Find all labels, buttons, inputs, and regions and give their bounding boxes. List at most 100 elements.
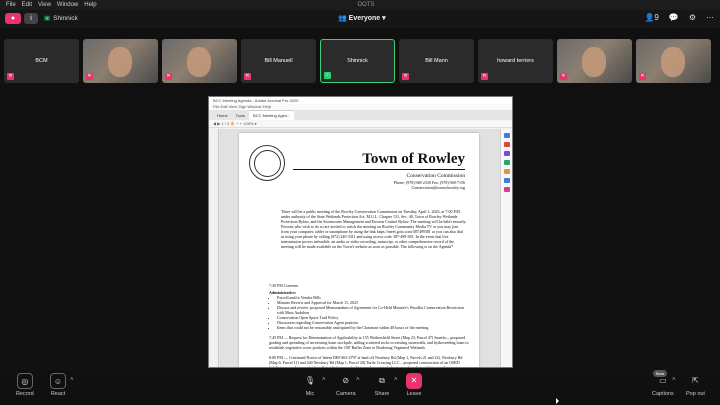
participant-tile[interactable]: howard terriers ✕ (478, 39, 553, 83)
contact-info: Phone: (978) 948-2330 Fax: (978) 948-715… (394, 180, 465, 190)
pdf-page: Town of Rowley Conservation Commission P… (239, 133, 479, 368)
mic-muted-icon: ✕ (165, 73, 172, 80)
town-seal-icon (249, 145, 285, 181)
chevron-up-icon[interactable]: ˄ (394, 377, 398, 383)
participant-tile[interactable]: ✕ (636, 39, 711, 83)
participant-tile[interactable]: ✕ (557, 39, 632, 83)
menu-help[interactable]: Help (84, 2, 96, 8)
record-button-icon: ◎ (16, 373, 33, 389)
tab-home: Home (217, 113, 228, 118)
tool-icon (504, 133, 510, 138)
share-control[interactable]: ⧉ Share ˄ (374, 373, 398, 397)
screen-share-icon: ▣ (44, 15, 51, 22)
popout-control[interactable]: ⇱ Pop out (686, 373, 705, 397)
menu-view[interactable]: View (38, 2, 51, 8)
participant-tile[interactable]: ✕ (162, 39, 237, 83)
chat-icon[interactable]: 💬 (669, 13, 679, 22)
chevron-up-icon[interactable]: ˄ (322, 377, 326, 383)
document-subtitle: Conservation Commission (406, 173, 465, 179)
people-count: 9 (654, 13, 659, 22)
contact-email: Conservation@townofrowley.org (411, 185, 465, 190)
mic-muted-icon: ✕ (7, 73, 14, 80)
agenda-item-800: 8:00 PM — Continued Notice of Intent DEP… (269, 355, 463, 368)
camera-control[interactable]: ⊘ Camera ˄ (336, 373, 360, 397)
menu-edit[interactable]: Edit (22, 2, 32, 8)
participant-name: BCM (35, 58, 48, 64)
participant-tile[interactable]: BCM ✕ (4, 39, 79, 83)
reaction-icon: ☺ (50, 373, 66, 389)
camera-label: Camera (336, 391, 356, 397)
tool-icon (504, 142, 510, 147)
chevron-up-icon[interactable]: ˄ (356, 377, 360, 383)
participant-tile[interactable]: ✕ (83, 39, 158, 83)
audience-selector[interactable]: 👥 Everyone ▾ (338, 14, 386, 22)
info-icon[interactable]: i (24, 13, 38, 24)
participant-tile[interactable]: Bill Manuell ✕ (241, 39, 316, 83)
participant-name: Shinnick (347, 58, 368, 64)
meeting-notice: There will be a public meeting of the Ro… (281, 209, 467, 249)
mic-label: Mic (305, 391, 315, 397)
document-title: Town of Rowley (362, 151, 465, 167)
mic-muted-icon: ✕ (402, 73, 409, 80)
menu-window[interactable]: Window (57, 2, 78, 8)
captions-label: Captions (652, 391, 674, 397)
more-icon[interactable]: ⋯ (706, 13, 714, 22)
list-item: Discuss and review: proposed Memorandum … (277, 305, 469, 315)
participant-video (187, 47, 211, 77)
leave-control[interactable]: ✕ Leave (406, 373, 422, 397)
acrobat-left-panel (209, 129, 219, 367)
participant-video (661, 47, 685, 77)
record-label: Record (16, 391, 34, 397)
participant-tile-active[interactable]: Shinnick ♪ (320, 39, 395, 83)
app-menubar: File Edit View Window Help OOTS (0, 0, 720, 10)
people-button[interactable]: 👤9 (644, 13, 658, 22)
mic-muted-icon: ✕ (86, 73, 93, 80)
acrobat-right-panel (500, 129, 512, 367)
list-item: Items that could not be reasonably antic… (277, 325, 469, 330)
chevron-up-icon[interactable]: ˄ (672, 377, 676, 383)
react-control[interactable]: ☺ React ˄ (50, 373, 74, 397)
menu-file[interactable]: File (6, 2, 16, 8)
participant-video (108, 47, 132, 77)
meeting-toolbar: ● i ▣ Shinnick 👥 Everyone ▾ 👤9 💬 ⚙ ⋯ (0, 10, 720, 28)
participant-tile[interactable]: Bill Mann ✕ (399, 39, 474, 83)
participant-video (582, 47, 606, 77)
toolbar-right: 👤9 💬 ⚙ ⋯ (644, 13, 714, 22)
people-icon: 👤 (644, 13, 655, 22)
agenda-admin-list: Payroll and/or Vendor Bills Minutes Revi… (277, 295, 469, 330)
leave-label: Leave (406, 391, 422, 397)
mic-on-icon: ♪ (324, 72, 331, 79)
beta-badge: Beta (653, 370, 668, 377)
settings-icon[interactable]: ⚙ (689, 13, 696, 22)
mic-muted-icon: ✕ (639, 73, 646, 80)
tool-icon (504, 169, 510, 174)
meeting-controls: ◎ Record ☺ React ˄ 🎙 Mic ˄ ⊘ Camera ˄ ⧉ … (0, 370, 720, 405)
react-label: React (50, 391, 66, 397)
share-screen-icon: ⧉ (379, 376, 385, 385)
participant-strip: BCM ✕ ✕ ✕ Bill Manuell ✕ Shinnick ♪ Bill Ma… (4, 39, 718, 84)
acrobat-toolbar: ◀ ▶ 1 / 3 ✋ − + 100% ▾ (209, 120, 512, 128)
audience-label: Everyone (348, 15, 381, 22)
record-icon[interactable]: ● (5, 13, 21, 24)
window-title: OOTS (357, 2, 375, 8)
share-label: Share (374, 391, 390, 397)
tab-tools: Tools (235, 113, 246, 118)
agenda: 7:30 PM Convene Administrative: Payroll … (269, 281, 469, 368)
record-control[interactable]: ◎ Record (16, 373, 34, 397)
popout-label: Pop out (686, 391, 705, 397)
agenda-convene: 7:30 PM Convene (269, 283, 299, 288)
participant-name: howard terriers (497, 58, 534, 64)
presenter-name: Shinnick (53, 15, 78, 22)
mic-control[interactable]: 🎙 Mic ˄ (302, 373, 326, 397)
acrobat-tabs: Home Tools BCC Meeting Agen... (209, 110, 512, 120)
title-rule (293, 169, 465, 170)
shared-acrobat-window: BCC Meeting Agenda - Adobe Acrobat Pro 2… (208, 96, 513, 368)
mic-icon: 🎙 (304, 376, 316, 385)
tool-icon (504, 151, 510, 156)
mic-muted-icon: ✕ (481, 73, 488, 80)
presenter-indicator[interactable]: ▣ Shinnick (44, 14, 78, 22)
participant-name: Bill Manuell (264, 58, 293, 64)
chevron-up-icon[interactable]: ˄ (70, 377, 74, 383)
acrobat-titlebar: BCC Meeting Agenda - Adobe Acrobat Pro 2… (209, 97, 512, 104)
tool-icon (504, 187, 510, 192)
